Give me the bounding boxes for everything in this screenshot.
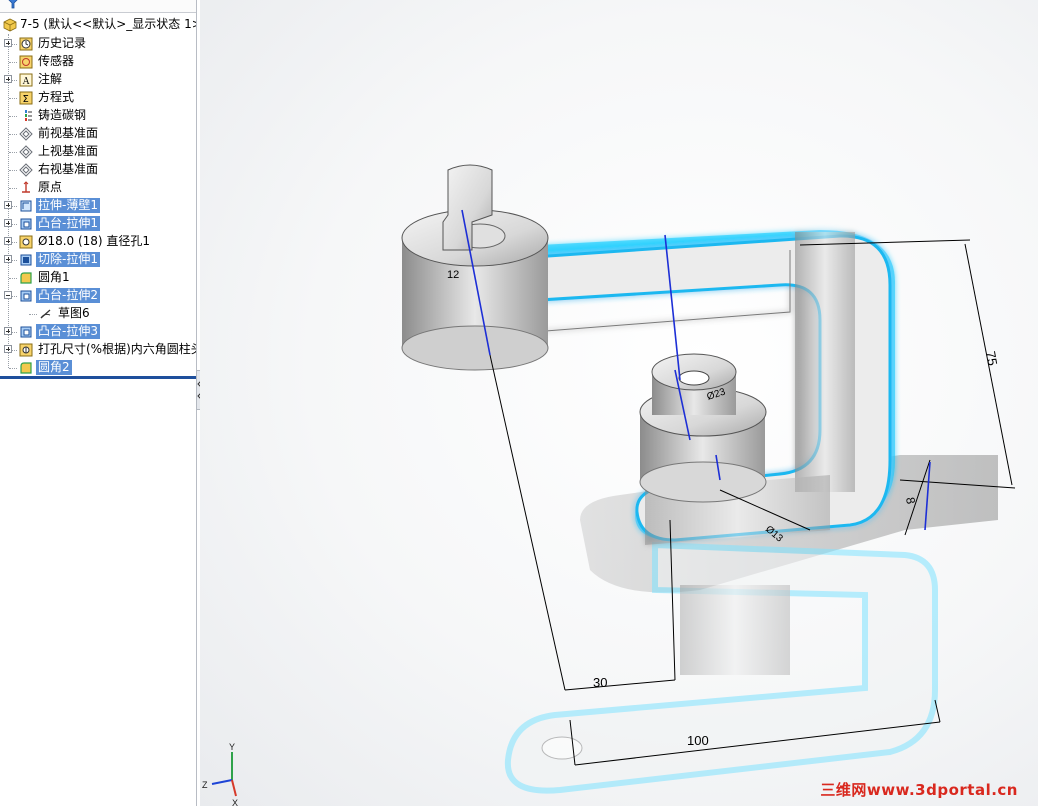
tree-item-label: 铸造碳钢 — [38, 108, 87, 122]
triad-y-label: Y — [229, 742, 235, 752]
plane-icon — [18, 126, 34, 142]
tree-item[interactable]: 上视基准面 — [0, 143, 196, 161]
svg-text:Σ: Σ — [23, 94, 29, 105]
boss-extrude-icon — [18, 324, 34, 340]
hole-icon — [18, 234, 34, 250]
tree-item-label: 原点 — [38, 180, 63, 194]
tree-item[interactable]: A 注解 — [0, 71, 196, 89]
sensor-icon — [18, 54, 34, 70]
model-view[interactable]: 12 75 Ø23 Ø13 8 30 100 — [200, 0, 1038, 806]
expand-icon[interactable] — [4, 219, 12, 227]
tree-item-label: 拉伸-薄壁1 — [36, 198, 100, 213]
origin-icon — [18, 180, 34, 196]
tree-connector — [9, 134, 17, 135]
equation-icon: Σ — [18, 90, 34, 106]
tree-item-label: 注解 — [38, 72, 63, 86]
tree-connector — [9, 368, 17, 369]
material-icon — [18, 108, 34, 124]
plane-icon — [18, 162, 34, 178]
tree-item-label: 方程式 — [38, 90, 75, 104]
expand-icon[interactable] — [4, 345, 12, 353]
tree-connector — [9, 62, 17, 63]
expand-icon[interactable] — [4, 327, 12, 335]
tree-connector — [9, 278, 17, 279]
expand-icon[interactable] — [4, 255, 12, 263]
part-icon — [2, 17, 18, 33]
tree-item-label: 草图6 — [58, 306, 90, 320]
tree-item-label: 圆角1 — [38, 270, 70, 284]
history-icon — [18, 36, 34, 52]
tree-item-label: 切除-拉伸1 — [36, 252, 100, 267]
tree-item-label: 凸台-拉伸1 — [36, 216, 100, 231]
feature-manager-tree: 7-5 (默认<<默认>_显示状态 1> 历史记录传感器 A 注解 Σ 方程式铸造碳钢前… — [0, 0, 197, 806]
triad-z-label: Z — [202, 780, 208, 790]
boss-cylinder-left — [401, 164, 549, 371]
tree-item[interactable]: 圆角1 — [0, 269, 196, 287]
tree-item[interactable]: 右视基准面 — [0, 161, 196, 179]
tree-item[interactable]: 凸台-拉伸3 — [0, 323, 196, 341]
rollback-bar[interactable] — [0, 376, 196, 379]
dim-12[interactable]: 12 — [447, 269, 459, 281]
collapse-icon[interactable] — [4, 291, 12, 299]
cut-extrude-icon — [18, 252, 34, 268]
tree-item[interactable]: 原点 — [0, 179, 196, 197]
tree-item[interactable]: 铸造碳钢 — [0, 107, 196, 125]
tree-item[interactable]: 拉伸-薄壁1 — [0, 197, 196, 215]
expand-icon[interactable] — [4, 237, 12, 245]
hole-wizard-icon — [18, 342, 34, 358]
boss-extrude-icon — [18, 216, 34, 232]
expand-icon[interactable] — [4, 201, 12, 209]
tree-item-label: Ø18.0 (18) 直径孔1 — [38, 234, 151, 248]
dim-100[interactable]: 100 — [687, 733, 709, 748]
tree-item-label: 凸台-拉伸2 — [36, 288, 100, 303]
annotation-icon: A — [18, 72, 34, 88]
filter-icon[interactable] — [6, 0, 20, 13]
tree-item[interactable]: 打孔尺寸(%根据)内六角圆柱头 — [0, 341, 196, 359]
tree-item[interactable]: 草图6 — [0, 305, 196, 323]
tree-item[interactable]: 历史记录 — [0, 35, 196, 53]
tree-item[interactable]: 凸台-拉伸1 — [0, 215, 196, 233]
watermark: 三维网www.3dportal.cn — [820, 781, 1018, 799]
plane-icon — [18, 144, 34, 160]
tree-item[interactable]: 圆角2 — [0, 359, 196, 377]
reference-triad: Y Z X — [200, 740, 260, 806]
tree-item-label: 历史记录 — [38, 36, 87, 50]
tree-connector — [9, 152, 17, 153]
tree-item-label: 右视基准面 — [38, 162, 99, 176]
tree-connector — [29, 314, 37, 315]
expand-icon[interactable] — [4, 75, 12, 83]
tree-connector — [9, 98, 17, 99]
svg-text:A: A — [23, 76, 31, 87]
tree-item[interactable]: 凸台-拉伸2 — [0, 287, 196, 305]
graphics-area[interactable]: 12 75 Ø23 Ø13 8 30 100 Y Z X 三维网www.3dpo… — [200, 0, 1038, 806]
fillet-icon — [18, 270, 34, 286]
tree-item[interactable]: 切除-拉伸1 — [0, 251, 196, 269]
tree-item[interactable]: 传感器 — [0, 53, 196, 71]
tree-item-label: 前视基准面 — [38, 126, 99, 140]
tree-item[interactable]: Ø18.0 (18) 直径孔1 — [0, 233, 196, 251]
triad-x-label: X — [232, 798, 238, 806]
tree-connector — [9, 116, 17, 117]
dim-75[interactable]: 75 — [983, 350, 1000, 367]
sketch-icon — [38, 306, 54, 322]
tree-item-label: 凸台-拉伸3 — [36, 324, 100, 339]
tree-item-label: 打孔尺寸(%根据)内六角圆柱头 — [38, 342, 197, 356]
tree-item-label: 圆角2 — [36, 360, 72, 375]
tree-connector — [9, 170, 17, 171]
floor-reflection — [504, 541, 938, 794]
dim-30[interactable]: 30 — [593, 675, 607, 690]
tree-item-label: 上视基准面 — [38, 144, 99, 158]
tree-item[interactable]: Σ 方程式 — [0, 89, 196, 107]
expand-icon[interactable] — [4, 39, 12, 47]
boss-cylinder-center — [639, 353, 767, 503]
tree-item-label: 传感器 — [38, 54, 75, 68]
tree-filter-bar — [0, 0, 196, 13]
extrude-icon — [18, 198, 34, 214]
tree-item[interactable]: 前视基准面 — [0, 125, 196, 143]
tree-root-part[interactable]: 7-5 (默认<<默认>_显示状态 1> — [0, 16, 196, 34]
boss-extrude-icon — [18, 288, 34, 304]
root-label: 7-5 (默认<<默认>_显示状态 1> — [20, 17, 197, 31]
fillet-icon — [18, 360, 34, 376]
tree-connector — [9, 188, 17, 189]
